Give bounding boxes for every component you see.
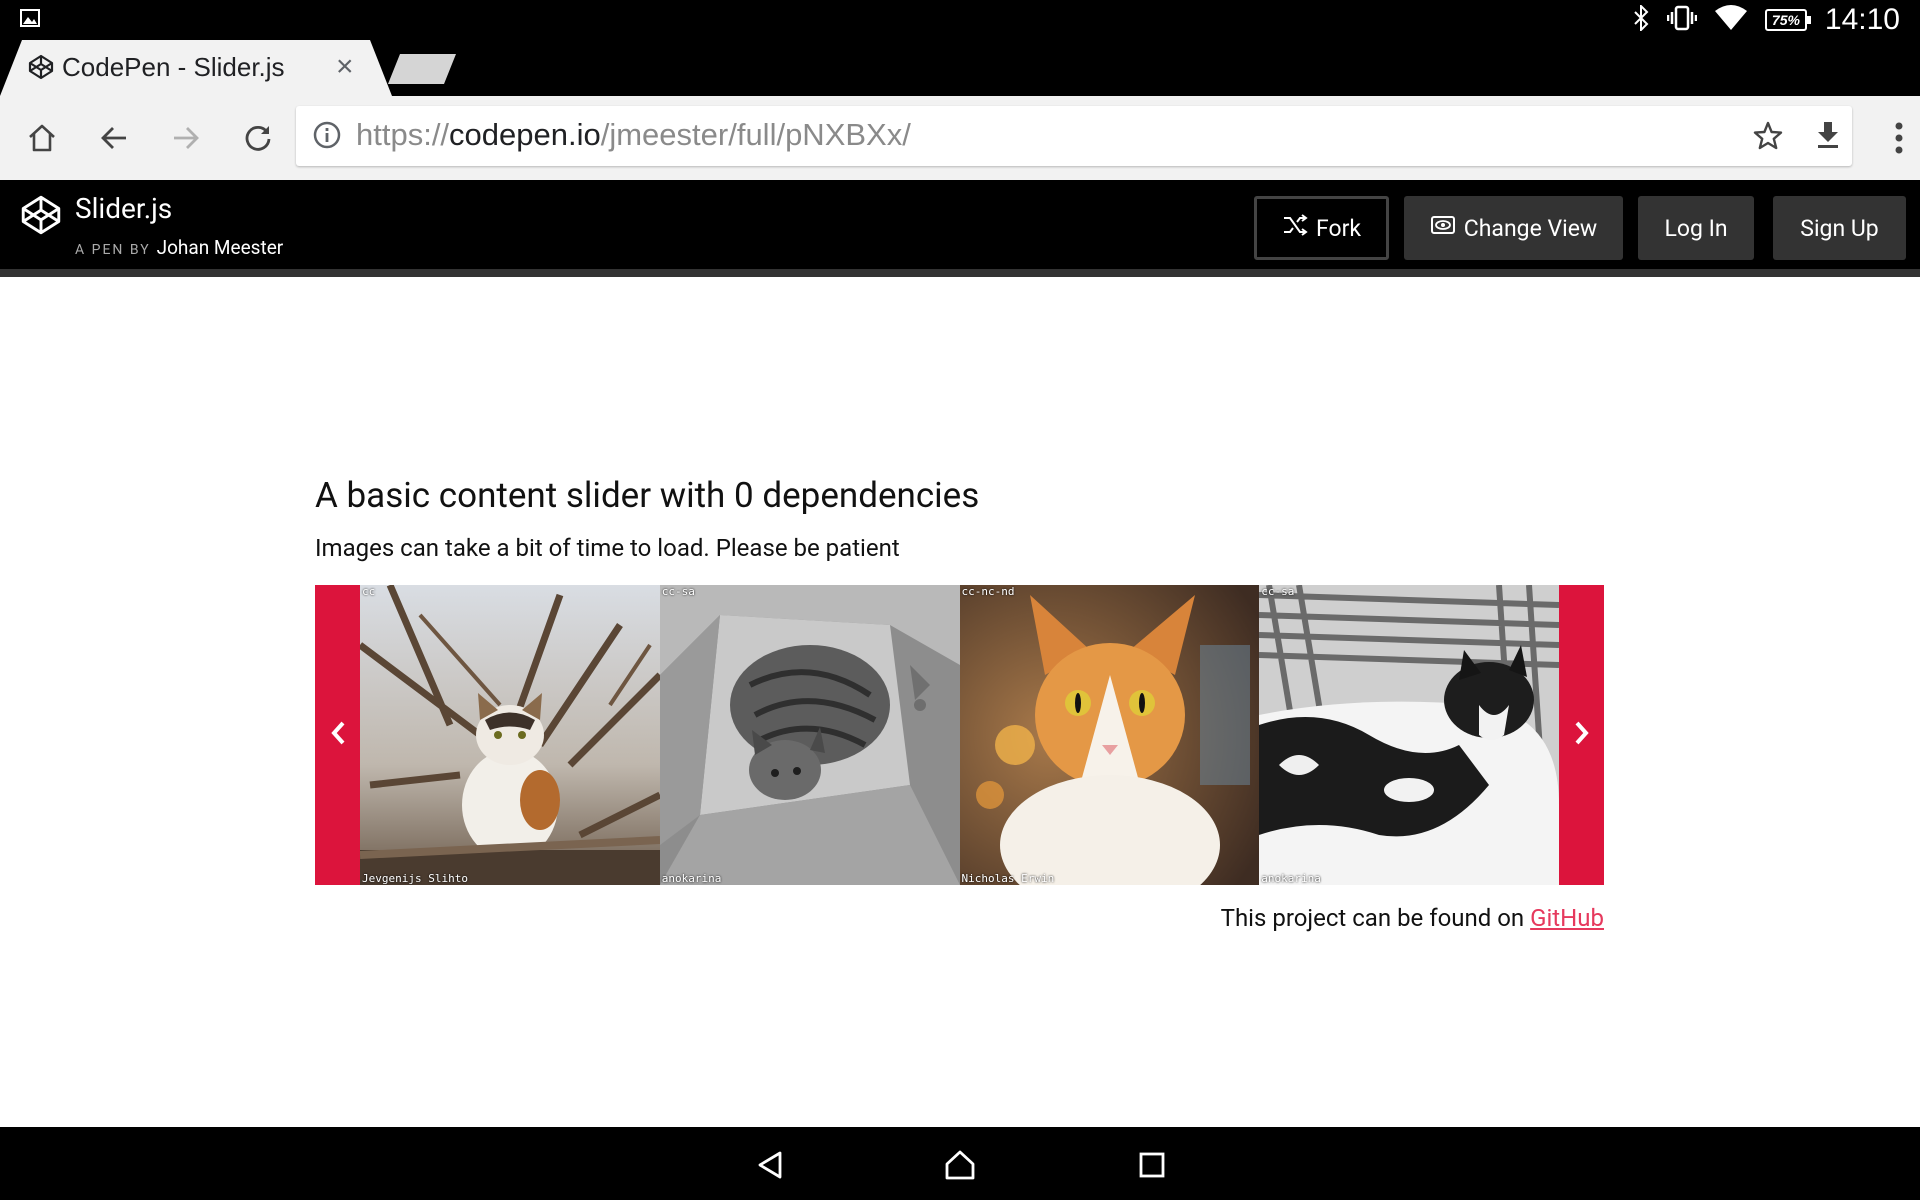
back-icon[interactable]: [94, 118, 134, 158]
eye-icon: [1430, 214, 1456, 242]
content-slider: cc Jevgenijs Slihto cc-sa anokarina cc-n…: [315, 585, 1604, 885]
home-icon[interactable]: [22, 118, 62, 158]
change-view-button[interactable]: Change View: [1404, 196, 1623, 260]
slide-author: Nicholas Erwin: [961, 872, 1055, 885]
codepen-header: Slider.js A PEN BY Johan Meester Fork Cha…: [0, 180, 1920, 277]
sign-up-label: Sign Up: [1800, 214, 1879, 242]
status-bar: 75% 14:10: [0, 0, 1920, 40]
project-note-text: This project can be found on: [1220, 904, 1531, 932]
nav-recents-icon[interactable]: [1132, 1145, 1172, 1185]
slide-image[interactable]: cc Jevgenijs Slihto: [360, 585, 660, 885]
browser-toolbar: https://codepen.io/jmeester/full/pNXBXx/: [0, 96, 1920, 180]
url-text[interactable]: https://codepen.io/jmeester/full/pNXBXx/: [356, 117, 911, 153]
battery-icon: 75%: [1764, 9, 1811, 31]
pen-title: Slider.js: [75, 192, 173, 225]
byline-prefix: A PEN BY: [75, 242, 151, 258]
nav-home-icon[interactable]: [940, 1145, 980, 1185]
slide-image[interactable]: cc-sa anokarina: [659, 585, 960, 885]
pen-output: A basic content slider with 0 dependenci…: [0, 285, 1920, 1127]
info-icon[interactable]: [312, 120, 342, 154]
new-tab-button[interactable]: [388, 54, 458, 88]
nav-back-icon[interactable]: [750, 1145, 790, 1185]
reload-icon[interactable]: [238, 118, 278, 158]
tab-strip: CodePen - Slider.js ×: [0, 40, 1920, 96]
chevron-right-icon: [1573, 720, 1591, 750]
slide-license: cc-nc-nd: [961, 585, 1015, 598]
author-link[interactable]: Johan Meester: [157, 236, 284, 259]
android-nav-bar: [0, 1127, 1920, 1200]
vibrate-icon: [1666, 5, 1698, 35]
image-notification-icon: [20, 9, 40, 31]
fork-label: Fork: [1315, 214, 1362, 242]
fork-button[interactable]: Fork: [1254, 196, 1389, 260]
pen-byline: A PEN BY Johan Meester: [75, 236, 283, 259]
address-bar[interactable]: https://codepen.io/jmeester/full/pNXBXx/: [296, 106, 1852, 166]
slide-license: cc-sa: [661, 585, 695, 598]
tab-codepen[interactable]: CodePen - Slider.js ×: [0, 40, 395, 96]
page-subtext: Images can take a bit of time to load. P…: [315, 534, 900, 562]
star-icon[interactable]: [1752, 120, 1784, 156]
slide-image[interactable]: cc-sa anokarina: [1259, 585, 1559, 885]
slide-image[interactable]: cc-nc-nd Nicholas Erwin: [959, 585, 1260, 885]
slider-next-button[interactable]: [1559, 585, 1604, 885]
url-scheme: https://: [356, 117, 450, 152]
chevron-left-icon: [329, 720, 347, 750]
bluetooth-icon: [1633, 3, 1649, 35]
fork-icon: [1282, 214, 1308, 242]
tab-close-button[interactable]: ×: [336, 50, 354, 84]
slide-author: Jevgenijs Slihto: [362, 872, 468, 885]
sign-up-button[interactable]: Sign Up: [1773, 196, 1906, 260]
log-in-label: Log In: [1664, 214, 1728, 242]
forward-icon[interactable]: [166, 118, 206, 158]
slide-author: anokarina: [661, 872, 722, 885]
project-note: This project can be found on GitHub: [1221, 904, 1604, 932]
codepen-favicon: [28, 54, 54, 84]
wifi-icon: [1714, 5, 1747, 35]
change-view-label: Change View: [1463, 214, 1598, 242]
menu-icon[interactable]: [1894, 118, 1904, 162]
download-icon[interactable]: [1812, 119, 1844, 155]
slides-track: cc Jevgenijs Slihto cc-sa anokarina cc-n…: [360, 585, 1559, 885]
url-path: /jmeester/full/pNXBXx/: [600, 117, 911, 152]
github-link[interactable]: GitHub: [1530, 904, 1604, 932]
slide-author: anokarina: [1261, 872, 1321, 885]
codepen-logo[interactable]: [20, 194, 62, 240]
page-heading: A basic content slider with 0 dependenci…: [315, 475, 980, 516]
tab-title: CodePen - Slider.js: [62, 52, 285, 82]
log-in-button[interactable]: Log In: [1638, 196, 1754, 260]
slide-license: cc: [362, 585, 376, 598]
clock: 14:10: [1824, 3, 1900, 36]
slider-prev-button[interactable]: [315, 585, 360, 885]
url-host: codepen.io: [449, 117, 601, 152]
slide-license: cc-sa: [1261, 585, 1295, 598]
